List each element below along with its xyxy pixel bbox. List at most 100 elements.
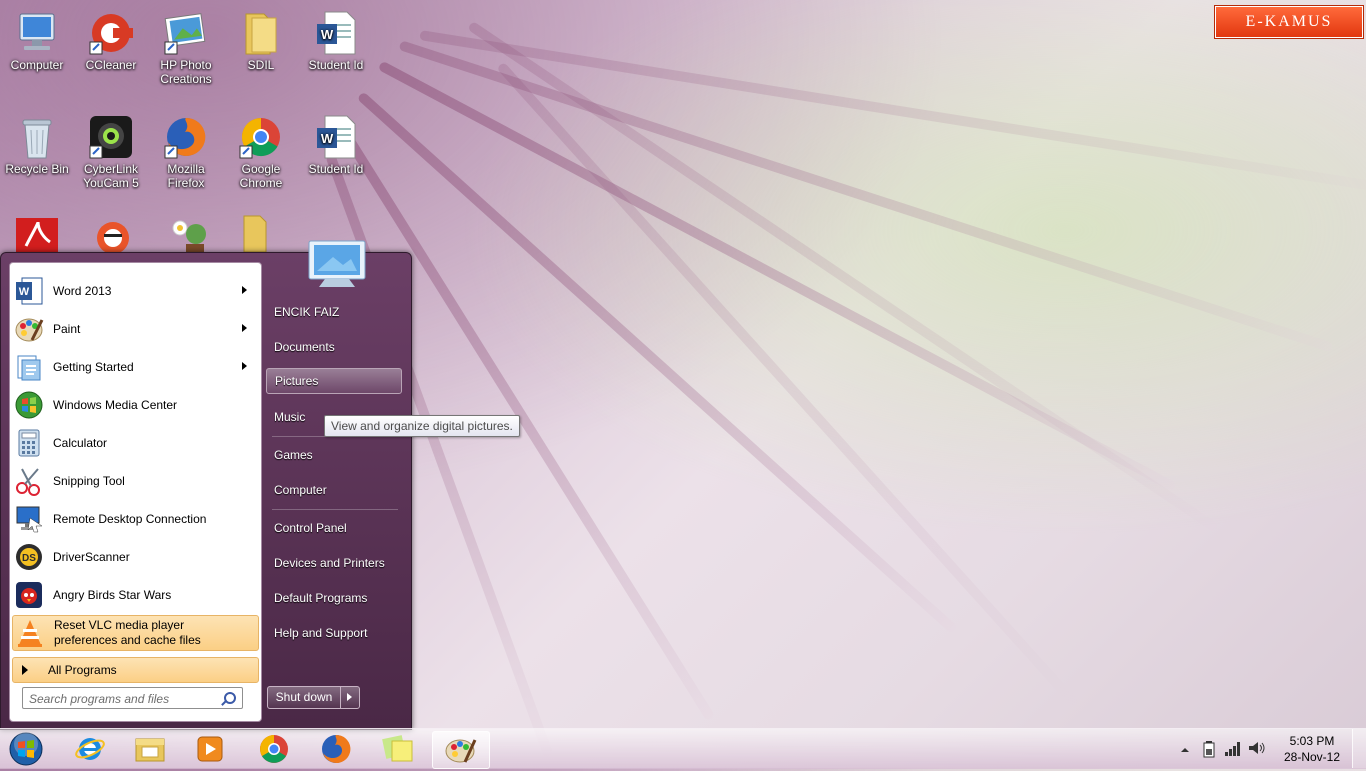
angry-birds-icon (14, 580, 44, 610)
start-item-devices-printers[interactable]: Devices and Printers (266, 550, 402, 576)
sticky-notes-icon (382, 735, 413, 762)
program-paint[interactable]: Paint (12, 311, 257, 347)
show-hidden-icons-icon (1181, 748, 1189, 752)
paint-icon (445, 739, 477, 763)
desktop-icon-student-id-1[interactable]: W Student Id (299, 4, 373, 72)
app-icon (97, 222, 129, 254)
vlc-icon (15, 618, 45, 648)
start-item-computer[interactable]: Computer (266, 477, 402, 503)
start-button[interactable] (6, 732, 46, 766)
search-input[interactable] (27, 690, 221, 707)
ccleaner-icon (88, 10, 134, 56)
program-getting-started[interactable]: Getting Started (12, 349, 257, 385)
desktop-icon-computer[interactable]: Computer (0, 4, 74, 72)
flower-icon (172, 220, 206, 252)
monitor-picture-icon (308, 240, 366, 287)
start-item-control-panel[interactable]: Control Panel (266, 515, 402, 541)
taskbar-paint[interactable] (432, 731, 490, 769)
svg-text:W: W (321, 27, 334, 42)
separator (272, 509, 398, 510)
desktop-icon-folder[interactable] (240, 214, 276, 253)
volume-icon (1249, 742, 1265, 754)
desktop-icon-app[interactable] (90, 216, 136, 254)
media-center-icon (14, 390, 44, 420)
driverscanner-icon: DS (14, 542, 44, 572)
network-status[interactable] (1224, 740, 1242, 756)
taskbar-internet-explorer[interactable] (62, 731, 118, 767)
internet-explorer-icon (75, 738, 105, 760)
battery-status[interactable] (1202, 740, 1216, 758)
clock-date: 28-Nov-12 (1283, 750, 1341, 764)
desktop-icon-firefox[interactable]: Mozilla Firefox (149, 108, 223, 190)
desktop-icon-sdil[interactable]: SDIL (224, 4, 298, 72)
start-item-documents[interactable]: Documents (266, 334, 402, 360)
taskbar-media-player[interactable] (182, 731, 238, 767)
taskbar-sticky-notes[interactable] (370, 731, 426, 767)
desktop-icon-youcam[interactable]: CyberLink YouCam 5 (74, 108, 148, 190)
start-item-pictures[interactable]: Pictures (266, 368, 402, 394)
program-label: Paint (53, 322, 81, 336)
battery-icon (1203, 741, 1215, 758)
user-picture[interactable] (305, 239, 369, 289)
volume-control[interactable] (1248, 740, 1266, 756)
taskbar-firefox[interactable] (308, 731, 364, 767)
show-hidden-icons-button[interactable] (1180, 744, 1190, 754)
e-kamus-badge[interactable]: E-KAMUS (1215, 6, 1363, 38)
search-icon[interactable] (224, 692, 236, 704)
desktop-icon-plants[interactable] (164, 214, 210, 252)
all-programs-label: All Programs (48, 663, 117, 677)
desktop-icon-hp-photo[interactable]: HP Photo Creations (149, 4, 223, 86)
signal-icon (1225, 742, 1240, 756)
hp-photo-icon (163, 10, 209, 56)
firefox-icon (163, 114, 209, 160)
program-label: Angry Birds Star Wars (53, 588, 172, 602)
show-desktop-button[interactable] (1352, 729, 1366, 768)
clock[interactable]: 5:03 PM 28-Nov-12 (1280, 733, 1344, 765)
programs-pane: W Word 2013 Paint Getting Started Window… (9, 262, 262, 722)
word-document-icon: W (313, 114, 359, 160)
tooltip: View and organize digital pictures. (324, 415, 520, 437)
program-word[interactable]: W Word 2013 (12, 273, 257, 309)
expand-arrow-icon (22, 665, 28, 675)
svg-text:W: W (19, 286, 30, 298)
getting-started-icon (14, 352, 44, 382)
desktop-icon-acrobat[interactable] (14, 216, 60, 252)
program-label: Calculator (53, 436, 108, 450)
program-media-center[interactable]: Windows Media Center (12, 387, 257, 423)
desktop-icon-chrome[interactable]: Google Chrome (224, 108, 298, 190)
start-item-user[interactable]: ENCIK FAIZ (266, 299, 402, 325)
program-label: Windows Media Center (53, 398, 178, 412)
desktop-icon-ccleaner[interactable]: CCleaner (74, 4, 148, 72)
all-programs-button[interactable]: All Programs (12, 657, 259, 683)
program-angry-birds[interactable]: Angry Birds Star Wars (12, 577, 257, 613)
chrome-icon (260, 735, 288, 763)
media-player-icon (197, 736, 223, 762)
chrome-icon (238, 114, 284, 160)
remote-desktop-icon (14, 504, 44, 534)
word-icon: W (14, 276, 44, 306)
desktop-icon-student-id-2[interactable]: W Student Id (299, 108, 373, 176)
svg-text:DS: DS (22, 553, 36, 564)
svg-text:W: W (321, 131, 334, 146)
program-remote-desktop[interactable]: Remote Desktop Connection (12, 501, 257, 537)
program-label: Word 2013 (53, 284, 112, 298)
submenu-arrow-icon (242, 324, 247, 332)
start-item-help-support[interactable]: Help and Support (266, 620, 402, 646)
computer-icon (14, 10, 60, 56)
shut-down-options-button[interactable] (340, 686, 360, 709)
program-calculator[interactable]: Calculator (12, 425, 257, 461)
folder-icon (238, 10, 284, 56)
desktop-icon-recycle-bin[interactable]: Recycle Bin (0, 108, 74, 176)
program-label: Snipping Tool (53, 474, 125, 488)
start-item-default-programs[interactable]: Default Programs (266, 585, 402, 611)
program-label: Remote Desktop Connection (53, 512, 207, 526)
taskbar-chrome[interactable] (246, 731, 302, 767)
windows-explorer-icon (135, 738, 165, 762)
program-driverscanner[interactable]: DS DriverScanner (12, 539, 257, 575)
shut-down-button[interactable]: Shut down (267, 686, 341, 709)
start-item-games[interactable]: Games (266, 442, 402, 468)
program-reset-vlc[interactable]: Reset VLC media player preferences and c… (12, 615, 259, 651)
program-snipping-tool[interactable]: Snipping Tool (12, 463, 257, 499)
taskbar-windows-explorer[interactable] (122, 731, 178, 767)
search-box[interactable] (22, 687, 243, 709)
